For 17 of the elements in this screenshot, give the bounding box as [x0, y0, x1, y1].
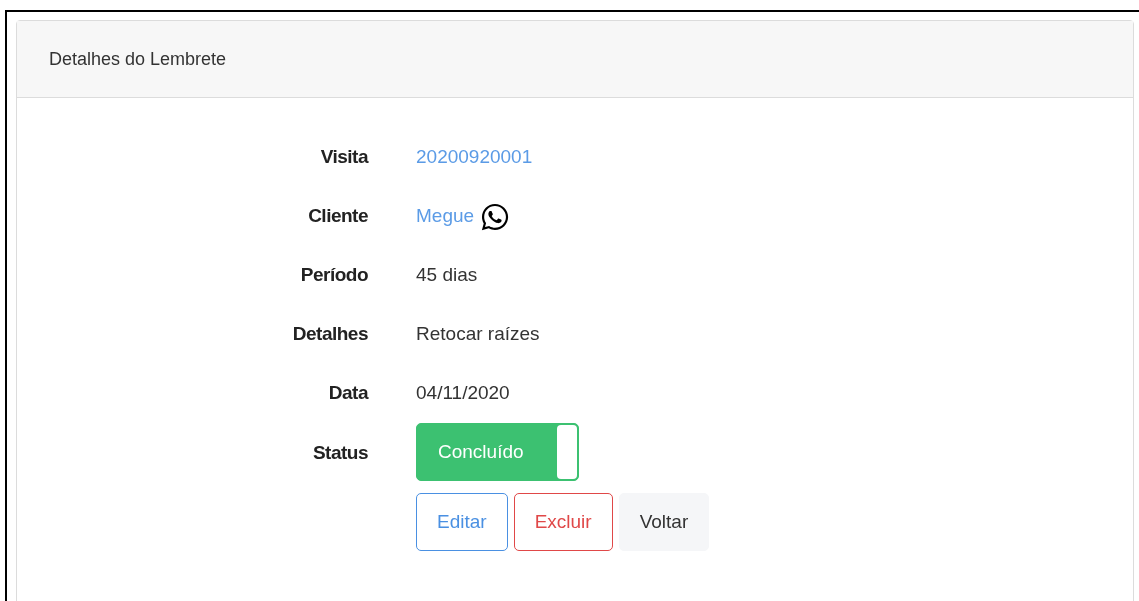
field-label: Detalhes [292, 322, 368, 347]
field-label: Status [312, 441, 368, 465]
card-title: Detalhes do Lembrete [49, 47, 227, 71]
field-label: Cliente [308, 204, 368, 229]
field-label: Data [328, 381, 368, 406]
field-label: Período [300, 263, 368, 288]
client-link[interactable]: Megue [416, 202, 475, 231]
visit-link[interactable]: 20200920001 [416, 146, 533, 168]
field-label: Visita [320, 145, 368, 170]
back-button[interactable]: Voltar [618, 493, 710, 551]
field-value: 45 dias [416, 264, 478, 286]
delete-button[interactable]: Excluir [513, 493, 613, 551]
whatsapp-icon[interactable] [480, 201, 511, 232]
status-toggle[interactable]: Concluído [416, 423, 579, 481]
field-value: 04/11/2020 [416, 382, 510, 404]
edit-button[interactable]: Editar [416, 493, 508, 551]
field-value: Retocar raízes [416, 323, 540, 345]
